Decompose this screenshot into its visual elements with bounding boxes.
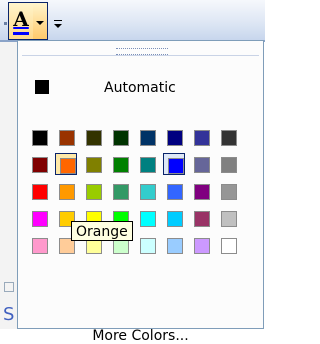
color-swatch (32, 184, 48, 200)
color-swatch-button[interactable] (217, 234, 239, 256)
color-swatch-button[interactable] (190, 180, 212, 202)
color-swatch (221, 130, 237, 146)
color-swatch-button[interactable] (55, 180, 77, 202)
color-swatch-button[interactable] (109, 153, 131, 175)
color-swatch (221, 238, 237, 254)
color-swatch (221, 184, 237, 200)
color-swatch (140, 211, 156, 227)
color-swatch-button[interactable] (28, 234, 50, 256)
color-swatch-button[interactable] (82, 180, 104, 202)
color-swatch-button[interactable] (163, 234, 185, 256)
color-swatch (167, 238, 183, 254)
color-swatch (167, 130, 183, 146)
color-swatch-button[interactable] (190, 126, 212, 148)
formatting-toolbar: A (0, 0, 265, 42)
color-swatch-button[interactable] (217, 126, 239, 148)
color-swatch (140, 130, 156, 146)
color-swatch-button[interactable] (55, 153, 77, 175)
color-swatch (32, 238, 48, 254)
color-swatch-button[interactable] (28, 153, 50, 175)
font-color-dropdown-button[interactable] (33, 2, 48, 40)
color-swatch (86, 130, 102, 146)
color-swatch-button[interactable] (136, 153, 158, 175)
automatic-color-option[interactable]: Automatic (22, 74, 259, 98)
color-swatch-button[interactable] (28, 207, 50, 229)
chevron-down-icon (36, 21, 44, 25)
font-color-palette: Automatic More Colors... (17, 40, 264, 344)
color-swatch (221, 211, 237, 227)
color-swatch (32, 157, 48, 173)
color-swatch (140, 238, 156, 254)
automatic-color-swatch (35, 80, 49, 94)
color-swatch (59, 130, 75, 146)
font-color-indicator (13, 32, 29, 35)
color-swatch-button[interactable] (217, 180, 239, 202)
color-swatch (113, 130, 129, 146)
color-swatch (194, 184, 210, 200)
toolbar-grip[interactable] (4, 22, 7, 25)
color-swatch-button[interactable] (217, 153, 239, 175)
color-swatch-button[interactable] (136, 126, 158, 148)
document-text-fragment: S (3, 304, 15, 325)
color-swatch (59, 184, 75, 200)
color-swatch-button[interactable] (136, 207, 158, 229)
more-colors-button[interactable]: More Colors... (22, 328, 259, 344)
color-swatch-button[interactable] (163, 153, 185, 175)
chevron-down-icon (54, 24, 62, 28)
font-color-button[interactable]: A (8, 2, 34, 40)
color-swatch-button[interactable] (190, 207, 212, 229)
color-swatch-button[interactable] (28, 126, 50, 148)
color-swatch (167, 211, 183, 227)
color-swatch-button[interactable] (28, 180, 50, 202)
color-swatch-button[interactable] (190, 234, 212, 256)
document-fragment (4, 282, 14, 292)
color-swatch (194, 130, 210, 146)
color-swatch (168, 158, 184, 174)
color-swatch-button[interactable] (109, 126, 131, 148)
color-swatch-button[interactable] (136, 234, 158, 256)
color-swatch-button[interactable] (163, 126, 185, 148)
color-swatch (86, 157, 102, 173)
color-swatch-button[interactable] (217, 207, 239, 229)
overflow-line (54, 20, 62, 21)
color-swatch-button[interactable] (82, 153, 104, 175)
palette-drag-handle[interactable] (116, 48, 168, 55)
font-color-icon: A (13, 7, 29, 31)
color-tooltip: Orange (71, 221, 133, 241)
color-swatch-button[interactable] (136, 180, 158, 202)
color-swatch (60, 158, 76, 174)
document-background: S (0, 42, 17, 329)
color-swatch (221, 157, 237, 173)
color-swatch (113, 157, 129, 173)
color-swatch (113, 184, 129, 200)
color-swatch (194, 211, 210, 227)
color-swatch (86, 184, 102, 200)
color-swatch (167, 184, 183, 200)
color-swatch-button[interactable] (163, 180, 185, 202)
color-swatch-button[interactable] (163, 207, 185, 229)
color-swatch (140, 157, 156, 173)
color-swatch-button[interactable] (190, 153, 212, 175)
color-swatch (32, 130, 48, 146)
color-swatch-button[interactable] (82, 126, 104, 148)
toolbar-options-button[interactable] (52, 6, 64, 36)
color-swatch-button[interactable] (55, 126, 77, 148)
color-swatch-button[interactable] (109, 180, 131, 202)
color-swatch (194, 238, 210, 254)
palette-separator (22, 55, 259, 56)
automatic-color-label: Automatic (104, 80, 176, 96)
color-swatch (32, 211, 48, 227)
color-swatch (140, 184, 156, 200)
color-swatch (194, 157, 210, 173)
